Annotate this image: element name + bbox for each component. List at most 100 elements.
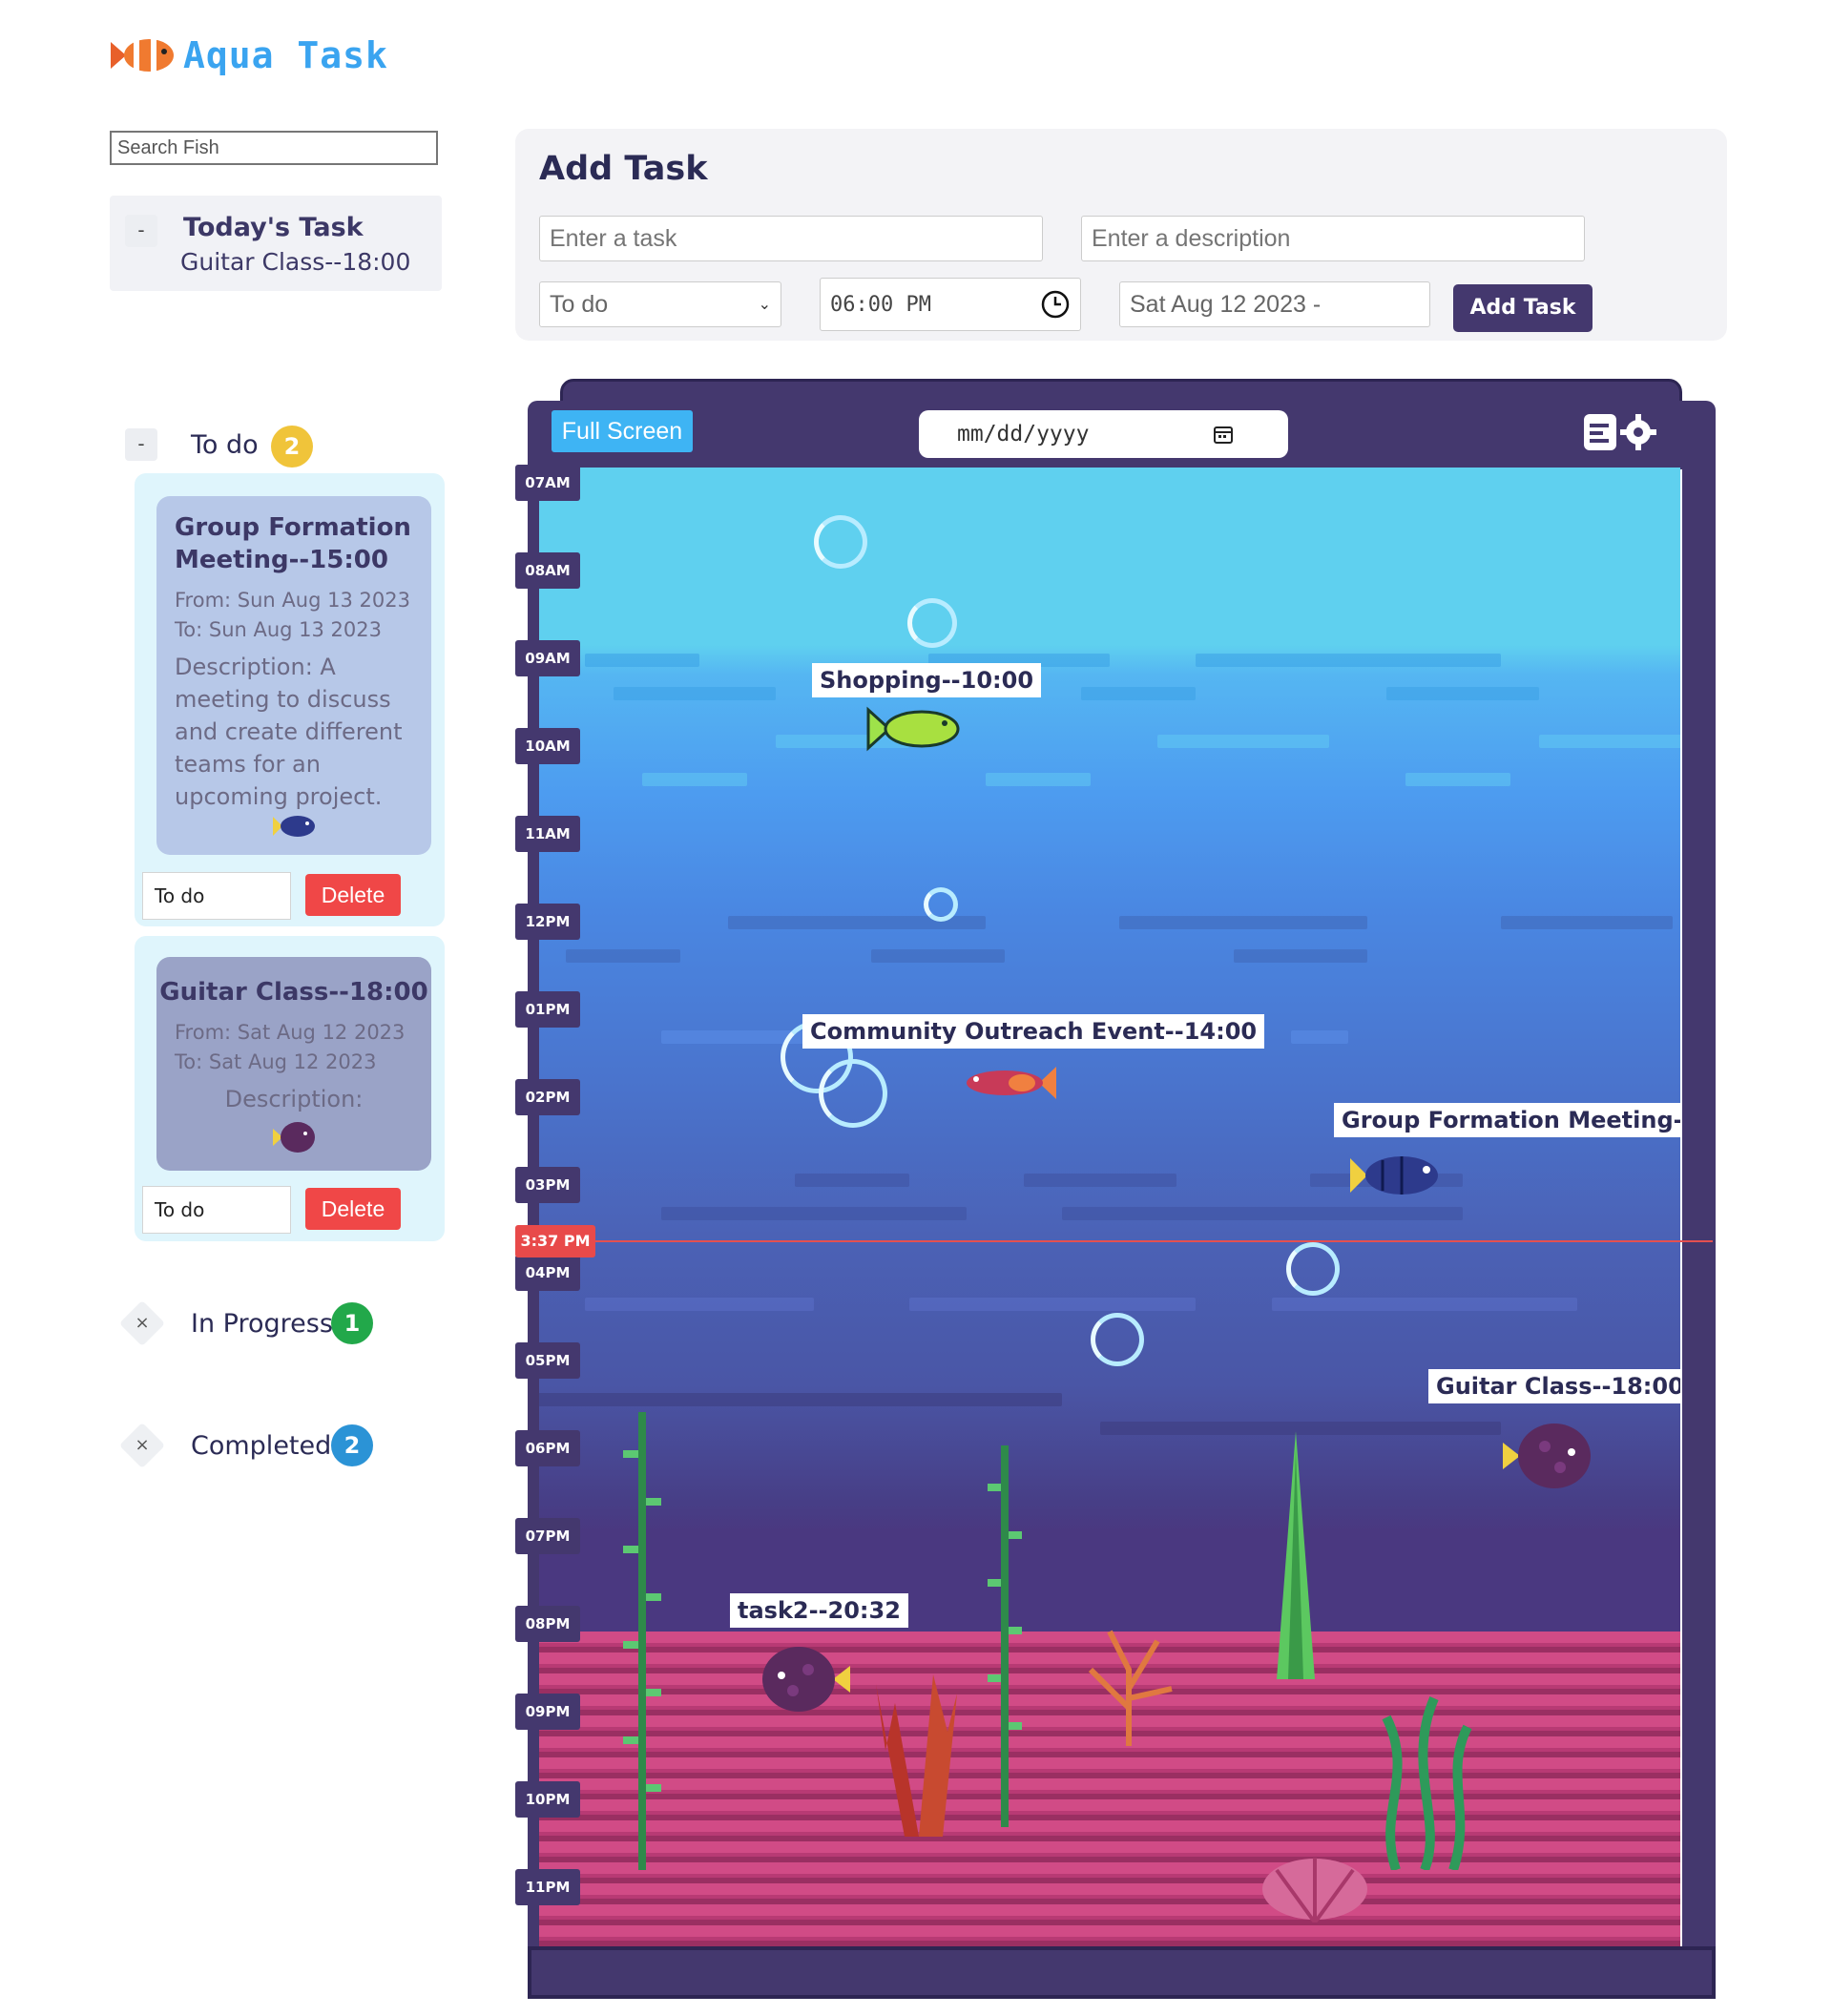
hour-marker: 10AM	[515, 728, 580, 764]
green-fish-icon[interactable]	[866, 704, 962, 754]
calendar-icon[interactable]	[1213, 424, 1234, 445]
task-time-input[interactable]: 06:00 PM	[820, 278, 1081, 331]
purple-fish-icon[interactable]	[1501, 1414, 1596, 1498]
hour-marker: 05PM	[515, 1342, 580, 1379]
task-card-from: From: Sat Aug 12 2023	[175, 1021, 406, 1044]
task-card-description: Description: A meeting to discuss and cr…	[175, 654, 403, 810]
task-card-wrapper: Group Formation Meeting--15:00 From: Sun…	[135, 473, 445, 926]
task-card-to: To: Sun Aug 13 2023	[175, 618, 383, 641]
task-card-title: Guitar Class--18:00	[159, 978, 428, 1007]
completed-expand-toggle[interactable]: ×	[118, 1422, 166, 1469]
todays-task-panel: - Today's Task Guitar Class--18:00	[110, 196, 442, 291]
full-screen-button[interactable]: Full Screen	[552, 410, 693, 452]
todays-task-item: Guitar Class--18:00	[180, 248, 411, 276]
todo-collapse-toggle[interactable]: -	[125, 428, 157, 461]
hour-marker: 11AM	[515, 816, 580, 852]
hour-marker: 07PM	[515, 1518, 580, 1554]
task-time-value: 06:00 PM	[830, 292, 931, 317]
fish-label: Shopping--10:00	[812, 663, 1042, 697]
bubble-icon	[1286, 1242, 1340, 1296]
current-time-tag: 3:37 PM	[515, 1225, 595, 1257]
inprogress-expand-toggle[interactable]: ×	[118, 1299, 166, 1347]
add-task-button[interactable]: Add Task	[1453, 284, 1593, 332]
blue-fish-icon[interactable]	[1348, 1147, 1442, 1204]
hour-marker: 08PM	[515, 1606, 580, 1642]
bubble-icon	[924, 887, 958, 922]
green-seaweed-icon	[1382, 1696, 1472, 1870]
gear-icon[interactable]	[1620, 412, 1656, 452]
hour-marker: 07AM	[515, 465, 580, 501]
search-fish-input[interactable]	[110, 131, 438, 165]
hour-marker: 01PM	[515, 991, 580, 1028]
fish-label: Community Outreach Event--14:00	[802, 1014, 1265, 1049]
task-card-wrapper: Guitar Class--18:00 From: Sat Aug 12 202…	[135, 936, 445, 1241]
hour-marker: 02PM	[515, 1079, 580, 1115]
tank-settings-group	[1582, 412, 1656, 452]
hour-marker: 09AM	[515, 640, 580, 676]
delete-button[interactable]: Delete	[305, 874, 401, 916]
clownfish-icon	[111, 39, 174, 72]
fish-label: task2--20:32	[730, 1593, 908, 1628]
bubble-icon	[1091, 1313, 1144, 1366]
task-name-input[interactable]	[539, 216, 1043, 261]
seaweed-icon	[988, 1445, 1022, 1827]
task-status-value: To do	[550, 290, 609, 318]
hour-marker: 08AM	[515, 552, 580, 589]
hour-marker: 10PM	[515, 1781, 580, 1818]
inprogress-group-label: In Progress	[191, 1309, 333, 1339]
task-date-range-input[interactable]: Sat Aug 12 2023 -	[1119, 281, 1430, 327]
task-date-value: Sat Aug 12 2023 -	[1130, 290, 1322, 318]
hour-marker: 04PM	[515, 1255, 580, 1291]
blue-fish-icon	[273, 816, 315, 837]
tank-right-wall	[1682, 468, 1716, 1946]
aquarium-water: Shopping--10:00 Community Outreach Event…	[528, 468, 1680, 1946]
orange-coral-icon	[1088, 1630, 1173, 1746]
chevron-down-icon: ⌄	[758, 297, 771, 313]
hour-marker: 06PM	[515, 1430, 580, 1466]
app-logo: Aqua Task	[109, 34, 388, 76]
fish-label: Guitar Class--18:00	[1428, 1369, 1680, 1403]
task-card-title: Group Formation Meeting--15:00	[175, 513, 411, 574]
task-description-input[interactable]	[1081, 216, 1585, 261]
hour-marker: 03PM	[515, 1167, 580, 1203]
task-card-description: Description:	[224, 1086, 364, 1112]
red-coral-icon	[876, 1674, 957, 1837]
tank-base	[528, 1946, 1716, 1999]
inprogress-count-badge: 1	[331, 1302, 373, 1344]
todays-task-title: Today's Task	[183, 213, 364, 242]
todo-group-label: To do	[191, 430, 259, 460]
completed-group-label: Completed	[191, 1431, 332, 1461]
task-card-from: From: Sun Aug 13 2023	[175, 589, 410, 612]
seaweed-icon	[623, 1412, 661, 1870]
current-time-line	[534, 1240, 1713, 1242]
kelp-icon	[1277, 1431, 1315, 1679]
purple-fish-icon[interactable]	[757, 1637, 852, 1721]
task-card-to: To: Sat Aug 12 2023	[175, 1050, 377, 1073]
task-card[interactable]: Group Formation Meeting--15:00 From: Sun…	[156, 496, 431, 855]
completed-count-badge: 2	[331, 1424, 373, 1466]
task-status-select[interactable]: To do	[142, 872, 291, 920]
aquarium-date-input[interactable]: mm/dd/yyyy	[919, 410, 1288, 458]
task-card[interactable]: Guitar Class--18:00 From: Sat Aug 12 202…	[156, 957, 431, 1171]
bubble-icon	[907, 598, 957, 648]
clock-icon[interactable]	[1040, 289, 1071, 320]
hour-marker: 09PM	[515, 1694, 580, 1730]
app-title: Aqua Task	[183, 34, 388, 76]
aquarium-date-placeholder: mm/dd/yyyy	[957, 422, 1090, 447]
add-task-title: Add Task	[539, 150, 708, 188]
today-collapse-toggle[interactable]: -	[125, 215, 157, 247]
bubble-icon	[819, 1059, 887, 1128]
hour-marker: 11PM	[515, 1869, 580, 1905]
task-status-select[interactable]: To do	[142, 1186, 291, 1234]
hour-marker: 12PM	[515, 904, 580, 940]
purple-fish-icon	[273, 1122, 315, 1153]
bubble-icon	[814, 515, 867, 569]
task-list-icon[interactable]	[1582, 412, 1618, 452]
add-task-panel: Add Task To do ⌄ 06:00 PM Sat Aug 12 202…	[515, 129, 1727, 341]
red-fish-icon[interactable]	[959, 1059, 1058, 1107]
shell-icon	[1262, 1858, 1367, 1922]
task-status-dropdown[interactable]: To do ⌄	[539, 281, 781, 327]
todo-count-badge: 2	[271, 426, 313, 468]
delete-button[interactable]: Delete	[305, 1188, 401, 1230]
fish-label: Group Formation Meeting--15:00	[1334, 1103, 1680, 1137]
